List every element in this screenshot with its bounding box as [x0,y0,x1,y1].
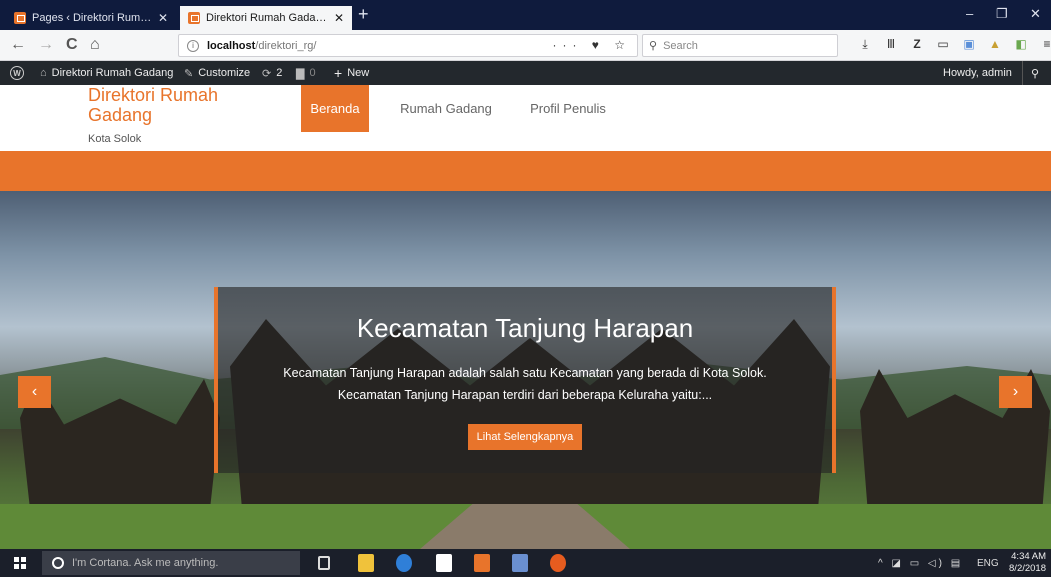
browser-titlebar: Pages ‹ Direktori Rumah Gada ✕ Direktori… [0,0,1051,30]
home-button[interactable]: ⌂ [90,36,100,54]
customize-link[interactable]: ✎ Customize [184,61,250,85]
read-more-button[interactable]: Lihat Selengkapnya [467,424,583,450]
zotero-icon[interactable]: Z [910,37,924,52]
library-icon[interactable]: Ⅲ [884,37,898,52]
tab-pages[interactable]: Pages ‹ Direktori Rumah Gada ✕ [6,6,176,30]
site-header: Direktori Rumah Gadang Kota Solok Berand… [0,85,1051,151]
minimize-button[interactable]: – [966,6,973,21]
new-content-menu[interactable]: + New [334,61,369,85]
extension2-icon[interactable]: ◧ [1014,37,1028,52]
comment-icon: ▇ [296,67,305,80]
chevron-right-icon: › [1012,383,1019,400]
slider-prev-button[interactable]: ‹ [18,376,51,408]
updates-link[interactable]: ⟳ 2 [262,61,282,85]
comments-count: 0 [309,67,316,79]
my-account-menu[interactable]: Howdy, admin [943,61,1012,85]
edge-icon[interactable] [396,554,412,572]
menu-profil-penulis[interactable]: Profil Penulis [512,85,624,132]
hero-slider: Kecamatan Tanjung Harapan Kecamatan Tanj… [0,191,1051,549]
howdy-label: Howdy, admin [943,67,1012,79]
store-icon[interactable] [436,554,452,572]
brush-icon: ✎ [184,67,194,80]
site-name-menu[interactable]: ⌂ Direktori Rumah Gadang [40,61,173,85]
system-tray[interactable]: ^ ◪ ▭ ◁) ▤ [878,549,963,577]
site-title[interactable]: Direktori Rumah Gadang [88,85,278,125]
slide-text-line2: Kecamatan Tanjung Harapan terdiri dari b… [337,388,713,402]
start-button[interactable] [0,549,40,577]
url-path: /direktori_rg/ [255,39,317,52]
search-input[interactable]: ⚲ Search [642,34,838,57]
address-bar[interactable]: i localhost/direktori_rg/ ··· ♥ ☆ [178,34,638,57]
search-icon: ⚲ [649,40,658,52]
task-view-icon[interactable] [318,556,330,570]
site-tagline: Kota Solok [88,133,142,145]
site-name-label: Direktori Rumah Gadang [51,67,174,79]
language-label: ENG [977,557,999,569]
clock[interactable]: 4:34 AM 8/2/2018 [1006,551,1046,575]
search-icon: ⚲ [1031,67,1040,80]
admin-search-button[interactable]: ⚲ [1022,61,1039,85]
page-actions-icon[interactable]: ··· ♥ ☆ [552,38,631,52]
wp-logo-menu[interactable]: W [10,61,24,85]
dashboard-icon: ⌂ [40,67,47,79]
file-explorer-icon[interactable] [358,554,374,572]
tab-label: Direktori Rumah Gadang – Kot [206,12,328,24]
url-host: localhost [207,39,256,52]
forward-button[interactable]: → [38,36,54,54]
updates-icon: ⟳ [262,67,272,80]
back-button[interactable]: ← [10,36,26,54]
slide-caption: Kecamatan Tanjung Harapan Kecamatan Tanj… [214,287,836,473]
menu-rumah-gadang[interactable]: Rumah Gadang [386,85,506,132]
tab-label: Pages ‹ Direktori Rumah Gada [32,12,152,24]
clock-date: 8/2/2018 [1009,563,1046,574]
extension-icon[interactable]: ▲ [988,37,1002,52]
browser-navbar: ← → C ⌂ i localhost/direktori_rg/ ··· ♥ … [0,30,1051,61]
site-info-icon[interactable]: i [187,39,199,52]
maximize-button[interactable]: ❐ [996,6,1008,22]
language-indicator[interactable]: ENG [977,549,999,577]
slider-next-button[interactable]: › [999,376,1032,408]
search-placeholder: Search [663,39,698,52]
app-icon[interactable] [474,554,490,572]
cortana-placeholder: I'm Cortana. Ask me anything. [72,557,219,569]
tab-direktori[interactable]: Direktori Rumah Gadang – Kot ✕ [180,6,352,30]
toolbar-icons: ⤓ Ⅲ Z ▭ ▣ ▲ ◧ ≡ [858,37,1051,52]
close-window-button[interactable]: ✕ [1030,6,1041,22]
clock-time: 4:34 AM [1011,551,1046,562]
download-icon[interactable]: ⤓ [858,37,872,52]
comments-link[interactable]: ▇ 0 [296,61,316,85]
wordpress-logo-icon: W [10,66,24,80]
sidebar-icon[interactable]: ▭ [936,37,950,52]
firefox-icon[interactable] [550,554,566,572]
wordpress-favicon-icon [14,12,26,24]
windows-logo-icon [14,557,26,569]
slide-title: Kecamatan Tanjung Harapan [356,313,694,343]
cortana-search-box[interactable]: I'm Cortana. Ask me anything. [42,551,300,575]
slide-text-line1: Kecamatan Tanjung Harapan adalah salah s… [283,366,767,380]
cortana-icon [52,557,64,569]
slide-text: Kecamatan Tanjung Harapan adalah salah s… [238,362,812,406]
wp-admin-bar: W ⌂ Direktori Rumah Gadang ✎ Customize ⟳… [0,61,1051,85]
reload-button[interactable]: C [66,36,78,54]
app2-icon[interactable] [512,554,528,572]
tab-close-icon[interactable]: ✕ [158,11,168,25]
chevron-left-icon: ‹ [31,383,38,400]
new-tab-button[interactable]: + [358,4,369,25]
new-label: New [347,67,370,79]
screenshot-icon[interactable]: ▣ [962,37,976,52]
updates-count: 2 [276,67,283,79]
header-accent-band [0,151,1051,191]
windows-taskbar: I'm Cortana. Ask me anything. ^ ◪ ▭ ◁) ▤… [0,549,1051,577]
tab-close-icon[interactable]: ✕ [334,11,344,25]
menu-icon[interactable]: ≡ [1040,37,1051,52]
menu-beranda[interactable]: Beranda [301,85,369,132]
tray-icons[interactable]: ^ ◪ ▭ ◁) ▤ [878,558,963,569]
customize-label: Customize [198,67,251,79]
site-favicon-icon [188,12,200,24]
plus-icon: + [334,65,343,81]
